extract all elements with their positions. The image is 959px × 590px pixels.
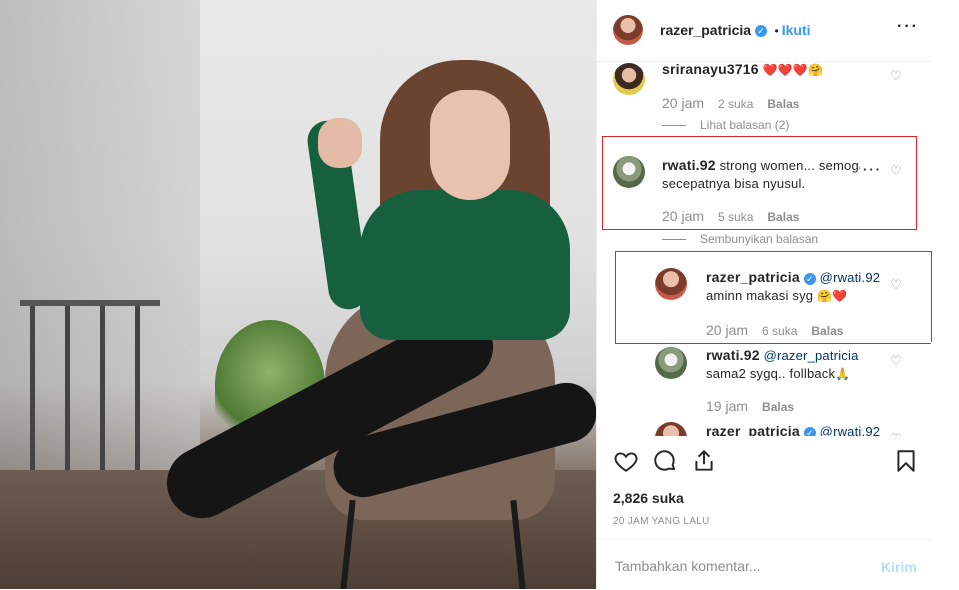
comment-emoji: ❤️❤️❤️🤗 xyxy=(762,63,824,77)
reply-button[interactable]: Balas xyxy=(767,97,799,111)
add-comment-bar: Kirim xyxy=(597,539,931,590)
highlight-box xyxy=(615,251,931,344)
comment-input[interactable] xyxy=(613,554,847,578)
hide-replies-link[interactable]: Sembunyikan balasan xyxy=(662,232,818,246)
follow-button[interactable]: Ikuti xyxy=(782,22,811,38)
comment-time[interactable]: 19 jam xyxy=(706,398,748,414)
divider-line xyxy=(662,239,686,241)
post-time[interactable]: 20 JAM YANG LALU xyxy=(613,516,710,527)
commenter-avatar[interactable] xyxy=(655,347,687,379)
reply-button[interactable]: Balas xyxy=(762,400,794,414)
highlight-box-edge xyxy=(931,251,932,342)
commenter-avatar[interactable] xyxy=(655,422,687,436)
divider-line xyxy=(662,125,686,127)
comment-emoji: 🙏 xyxy=(835,367,851,381)
comment-like-heart-icon[interactable]: ♡ xyxy=(889,354,903,368)
comment-text: sama2 sygq.. follback xyxy=(706,366,836,381)
verified-badge-icon: ✓ xyxy=(803,426,816,436)
more-horizontal-icon[interactable]: ··· xyxy=(897,18,919,36)
highlight-box xyxy=(602,136,917,230)
comment-username[interactable]: razer_patricia xyxy=(706,423,800,436)
comment-like-heart-icon[interactable]: ♡ xyxy=(889,432,903,437)
comment-username[interactable]: rwati.92 xyxy=(706,347,760,363)
view-replies-link[interactable]: Lihat balasan (2) xyxy=(662,118,789,132)
comment-mention[interactable]: @razer_patricia xyxy=(764,348,859,363)
comment-icon[interactable] xyxy=(652,448,678,474)
post-sidebar: razer_patricia ✓ • Ikuti ··· sriranayu3716… xyxy=(596,0,959,589)
comment-time[interactable]: 20 jam xyxy=(662,95,704,111)
share-icon[interactable] xyxy=(691,448,717,474)
author-avatar[interactable] xyxy=(613,15,643,45)
post-comment-button[interactable]: Kirim xyxy=(881,559,917,575)
comments-list: sriranayu3716 ❤️❤️❤️🤗 ♡ 20 jam 2 suka Bala… xyxy=(597,61,931,436)
follow-separator: • xyxy=(774,24,779,38)
comment-likes[interactable]: 2 suka xyxy=(718,97,753,111)
post-header: razer_patricia ✓ • Ikuti ··· xyxy=(597,0,931,62)
author-username[interactable]: razer_patricia xyxy=(660,22,751,38)
post-actions xyxy=(597,448,931,488)
commenter-avatar[interactable] xyxy=(613,63,645,95)
likes-count[interactable]: 2,826 suka xyxy=(613,490,684,506)
post-photo[interactable] xyxy=(0,0,596,589)
comment-like-heart-icon[interactable]: ♡ xyxy=(889,69,903,83)
comment-mention[interactable]: @rwati.92 xyxy=(820,424,881,436)
bookmark-icon[interactable] xyxy=(893,448,919,474)
heart-icon[interactable] xyxy=(613,448,639,474)
comment-username[interactable]: sriranayu3716 xyxy=(662,61,759,77)
verified-badge-icon: ✓ xyxy=(755,24,768,37)
